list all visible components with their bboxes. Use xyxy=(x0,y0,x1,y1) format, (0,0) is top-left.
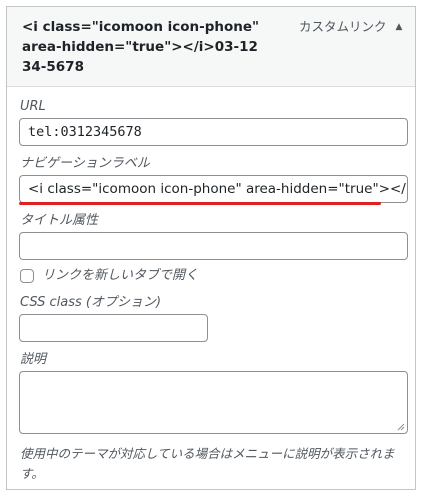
title-attribute-label: タイトル属性 xyxy=(20,213,99,228)
triangle-up-icon[interactable]: ▲ xyxy=(391,17,407,37)
url-input-value: tel:0312345678 xyxy=(28,124,142,140)
description-help-text: 使用中のテーマが対応している場合はメニューに説明が表示されます。 xyxy=(20,446,395,481)
description-label: 説明 xyxy=(20,352,47,367)
url-input[interactable]: tel:0312345678 xyxy=(19,118,408,146)
title-attribute-input[interactable] xyxy=(19,232,408,260)
open-new-tab-label[interactable]: リンクを新しいタブで開く xyxy=(42,268,198,284)
css-class-label: CSS class (オプション) xyxy=(20,295,162,310)
menu-item-header[interactable]: <i class="icomoon icon-phone" area-hidde… xyxy=(7,7,415,87)
menu-item-panel: <i class="icomoon icon-phone" area-hidde… xyxy=(6,6,416,490)
description-textarea[interactable] xyxy=(19,371,408,434)
red-underline-annotation xyxy=(19,202,381,205)
menu-item-title: <i class="icomoon icon-phone" area-hidde… xyxy=(22,19,264,75)
open-new-tab-checkbox[interactable] xyxy=(20,269,34,283)
url-label: URL xyxy=(20,99,46,114)
navigation-label-input[interactable]: <i class="icomoon icon-phone" area-hidde… xyxy=(19,175,408,203)
css-class-input[interactable] xyxy=(19,314,208,342)
resize-grip-icon[interactable] xyxy=(397,423,405,431)
navigation-label-input-value: <i class="icomoon icon-phone" area-hidde… xyxy=(28,181,407,197)
navigation-label-label: ナビゲーションラベル xyxy=(20,156,150,171)
menu-item-type: カスタムリンク xyxy=(299,19,387,34)
